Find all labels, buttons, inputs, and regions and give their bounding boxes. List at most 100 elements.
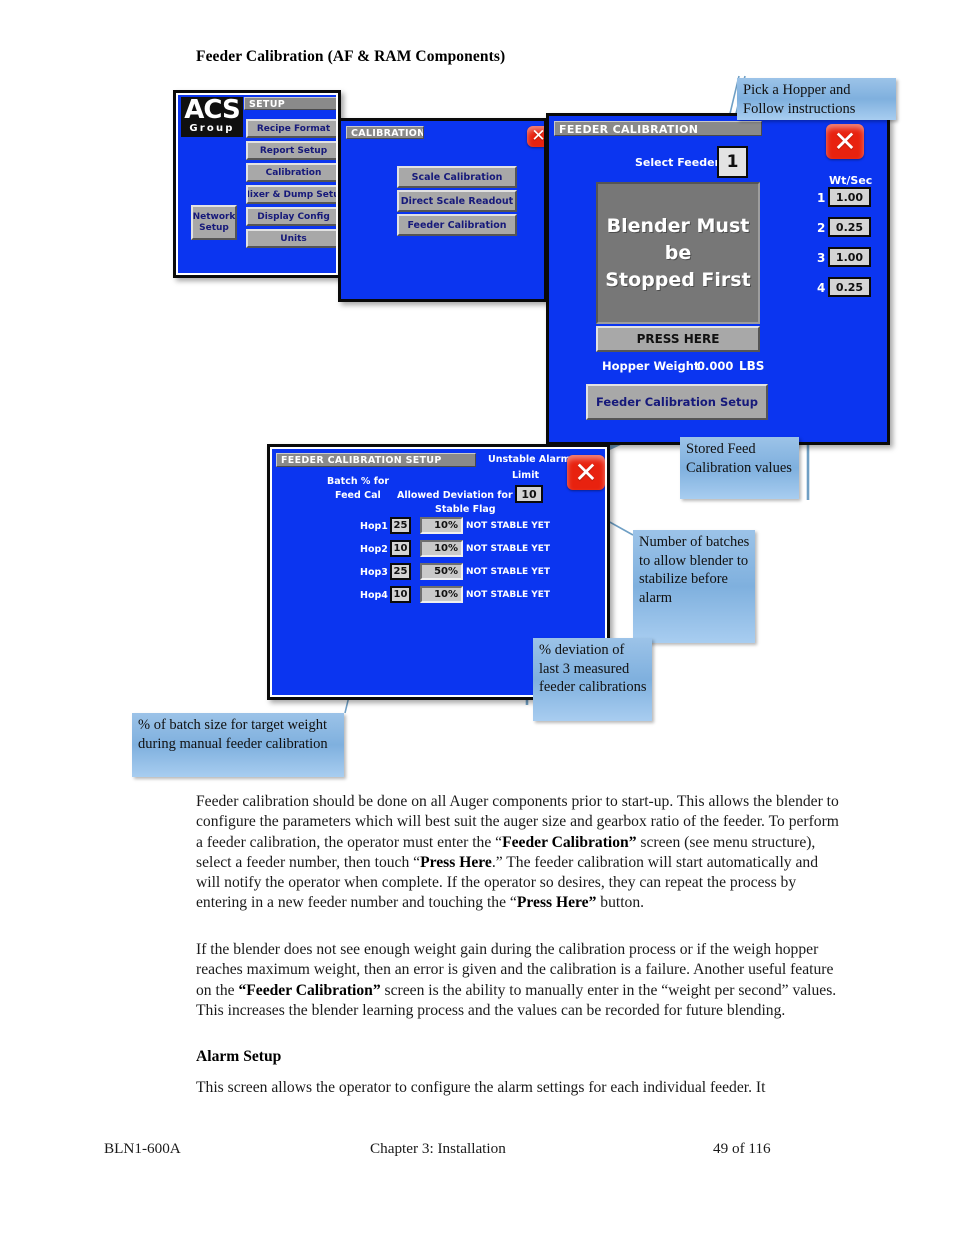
callout-pct-batch-size: % of batch size for target weight during…: [132, 713, 344, 777]
network-setup-label-1: Network: [192, 211, 236, 222]
wt-per-sec-input-4[interactable]: 0.25: [828, 277, 871, 297]
hopper-label-2: Hop2: [360, 544, 388, 555]
calibration-screen-body: CALIBRATION ✕ Scale Calibration Direct S…: [341, 121, 544, 299]
unstable-alarm-label-1: Unstable Alarm: [488, 454, 571, 465]
setup-menu-label: Mixer & Dump Setup: [248, 189, 336, 200]
page-title: Feeder Calibration (AF & RAM Components): [196, 48, 506, 65]
acs-logo-secondary: Group: [189, 123, 235, 134]
deviation-value-4: 10%: [434, 589, 458, 600]
batch-pct-label-2: Feed Cal: [335, 490, 381, 501]
network-setup-button[interactable]: Network Setup: [191, 205, 237, 240]
feeder-calibration-setup-label: Feeder Calibration Setup: [596, 395, 758, 409]
setup-screen-title-bar: SETUP: [244, 97, 336, 110]
setup-panel-title-bar: FEEDER CALIBRATION SETUP: [276, 453, 476, 467]
press-here-label: PRESS HERE: [636, 332, 720, 346]
setup-menu-recipe-format[interactable]: Recipe Format: [246, 119, 336, 138]
setup-screen-panel: ACS Group SETUP ✕ Recipe Format Report S…: [173, 90, 341, 278]
scale-calibration-button[interactable]: Scale Calibration: [397, 166, 517, 188]
setup-menu-label: Recipe Format: [256, 123, 331, 134]
hopper-label-3: Hop3: [360, 567, 388, 578]
direct-scale-readout-button[interactable]: Direct Scale Readout: [397, 190, 517, 212]
stable-status-3: NOT STABLE YET: [466, 567, 551, 577]
page-footer: BLN1-600A Chapter 3: Installation 49 of …: [0, 1140, 954, 1160]
hopper-weight-value: 0.000: [697, 359, 734, 373]
select-feeder-label: Select Feeder: [635, 156, 720, 169]
setup-menu-label: Report Setup: [259, 145, 328, 156]
hopper-weight-label: Hopper Weight: [602, 359, 700, 373]
acs-logo-primary: ACS: [184, 97, 240, 125]
feeder-calibration-title-bar: FEEDER CALIBRATION: [554, 121, 762, 136]
feeder-calibration-screen-body: FEEDER CALIBRATION ✕ Select Feeder 1 Ble…: [549, 116, 887, 442]
deviation-value-2: 10%: [434, 543, 458, 554]
allowed-deviation-label-2: Stable Flag: [435, 504, 496, 515]
paragraph-2: If the blender does not see enough weigh…: [196, 941, 837, 1019]
select-feeder-input[interactable]: 1: [717, 146, 748, 178]
footer-doc-number: BLN1-600A: [104, 1140, 181, 1157]
wt-per-sec-value-3: 1.00: [835, 250, 864, 264]
wt-per-sec-index-1: 1: [817, 191, 826, 205]
hopper-label-1: Hop1: [360, 521, 388, 532]
calibration-screen-title-bar: CALIBRATION: [346, 126, 424, 139]
deviation-input-2[interactable]: 10%: [420, 540, 463, 557]
wt-per-sec-input-2[interactable]: 0.25: [828, 217, 871, 237]
wt-per-sec-value-1: 1.00: [835, 190, 864, 204]
feeder-calibration-label: Feeder Calibration: [407, 219, 507, 231]
unstable-alarm-limit-input[interactable]: 10: [515, 485, 543, 503]
deviation-input-1[interactable]: 10%: [420, 517, 463, 534]
batch-pct-input-3[interactable]: 25: [390, 563, 411, 580]
footer-chapter: Chapter 3: Installation: [370, 1140, 506, 1157]
acs-logo: ACS Group: [181, 97, 243, 137]
callout-num-batches: Number of batches to allow blender to st…: [633, 530, 755, 643]
unstable-alarm-limit-value: 10: [521, 487, 537, 501]
batch-pct-value-1: 25: [393, 520, 408, 531]
stable-status-2: NOT STABLE YET: [466, 544, 551, 554]
calibration-screen-panel: CALIBRATION ✕ Scale Calibration Direct S…: [338, 118, 547, 302]
feeder-calibration-button[interactable]: Feeder Calibration: [397, 214, 517, 236]
wt-per-sec-input-3[interactable]: 1.00: [828, 247, 871, 267]
batch-pct-value-2: 10: [393, 543, 408, 554]
feeder-calibration-close-button[interactable]: ✕: [826, 124, 864, 159]
deviation-input-3[interactable]: 50%: [420, 563, 463, 580]
batch-pct-label-1: Batch % for: [327, 476, 390, 487]
batch-pct-input-4[interactable]: 10: [390, 586, 411, 603]
callout-pct-deviation: % deviation of last 3 measured feeder ca…: [533, 638, 652, 721]
setup-menu-label: Calibration: [265, 167, 322, 178]
callout-pick-hopper: Pick a Hopper and Follow instructions: [737, 78, 896, 120]
callout-stored-values: Stored Feed Calibration values: [680, 437, 799, 499]
footer-page-number: 49 of 116: [713, 1140, 771, 1157]
section-heading-alarm-setup: Alarm Setup: [196, 1048, 282, 1065]
press-here-button[interactable]: PRESS HERE: [596, 326, 760, 352]
setup-menu-display-config[interactable]: Display Config: [246, 207, 336, 226]
setup-menu-calibration[interactable]: Calibration: [246, 163, 336, 182]
setup-menu-units[interactable]: Units: [246, 229, 336, 248]
close-icon: ✕: [531, 126, 544, 146]
hopper-label-4: Hop4: [360, 590, 388, 601]
blender-status-text: Blender Must be Stopped First: [598, 213, 758, 294]
blender-status-line1: Blender Must be: [606, 214, 750, 264]
setup-panel-close-button[interactable]: ✕: [567, 455, 605, 490]
batch-pct-input-1[interactable]: 25: [390, 517, 411, 534]
stable-status-4: NOT STABLE YET: [466, 590, 551, 600]
paragraph-1: Feeder calibration should be done on all…: [196, 793, 839, 912]
setup-menu-mixer-dump-setup[interactable]: Mixer & Dump Setup: [246, 185, 336, 204]
select-feeder-value: 1: [726, 152, 739, 172]
feeder-calibration-setup-button[interactable]: Feeder Calibration Setup: [586, 384, 768, 420]
deviation-value-1: 10%: [434, 520, 458, 531]
setup-menu-report-setup[interactable]: Report Setup: [246, 141, 336, 160]
stable-status-1: NOT STABLE YET: [466, 521, 551, 531]
blender-status-message: Blender Must be Stopped First: [596, 182, 760, 324]
batch-pct-input-2[interactable]: 10: [390, 540, 411, 557]
batch-pct-value-3: 25: [393, 566, 408, 577]
setup-menu-label: Units: [280, 233, 307, 244]
wt-per-sec-index-3: 3: [817, 251, 826, 265]
calibration-close-button[interactable]: ✕: [527, 126, 544, 147]
direct-scale-readout-label: Direct Scale Readout: [400, 195, 514, 207]
deviation-value-3: 50%: [434, 566, 458, 577]
scale-calibration-label: Scale Calibration: [411, 171, 503, 183]
wt-per-sec-input-1[interactable]: 1.00: [828, 187, 871, 207]
network-setup-label-2: Setup: [199, 222, 229, 233]
deviation-input-4[interactable]: 10%: [420, 586, 463, 603]
allowed-deviation-label-1: Allowed Deviation for: [397, 490, 513, 501]
document-page: Feeder Calibration (AF & RAM Components)…: [0, 0, 954, 1235]
blender-status-line2: Stopped First: [605, 268, 751, 291]
